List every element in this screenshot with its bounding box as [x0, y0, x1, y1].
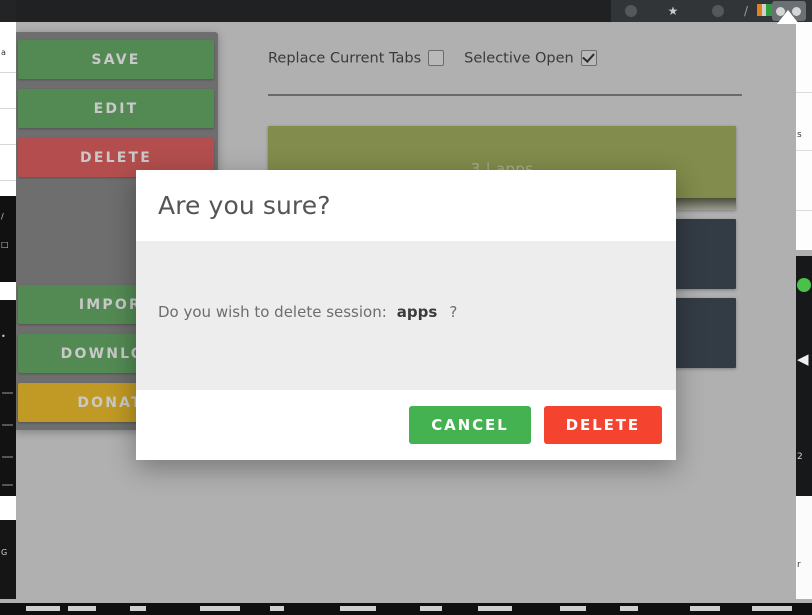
dropdown-caret-icon [777, 10, 799, 24]
taskbar-item[interactable] [68, 606, 96, 611]
left-strip-glyph: □ [1, 240, 9, 249]
browser-chrome-bar: ★ / [0, 0, 812, 24]
taskbar-item[interactable] [620, 606, 638, 611]
taskbar-item[interactable] [560, 606, 586, 611]
dialog-message: Do you wish to delete session: apps? [158, 303, 457, 321]
taskbar-item[interactable] [752, 606, 792, 611]
confirm-delete-dialog: Are you sure? Do you wish to delete sess… [136, 170, 676, 460]
taskbar-item[interactable] [478, 606, 512, 611]
divider [268, 94, 742, 96]
left-strip-dark-region-a [0, 196, 16, 282]
account-circle-icon[interactable] [712, 5, 724, 17]
taskbar-item[interactable] [340, 606, 376, 611]
dialog-message-prefix: Do you wish to delete session: [158, 303, 387, 321]
background-window-right-strip: s ◀ 2 r [796, 0, 812, 615]
background-window-left-strip: a / □ • G [0, 0, 16, 615]
slash-icon[interactable]: / [738, 3, 754, 19]
dialog-body: Do you wish to delete session: apps? [136, 241, 676, 390]
dialog-cancel-button[interactable]: CANCEL [409, 406, 531, 444]
dialog-message-suffix: ? [449, 303, 458, 321]
star-icon[interactable]: ★ [665, 3, 681, 19]
selective-open-label: Selective Open [464, 50, 574, 67]
left-strip-glyph: a [1, 48, 6, 57]
options-row: Replace Current Tabs Selective Open [268, 48, 597, 72]
status-dot-icon [797, 278, 811, 292]
browser-toolbar-left [16, 0, 611, 22]
chevron-left-icon: ◀ [797, 350, 809, 368]
dialog-delete-button[interactable]: DELETE [543, 406, 662, 444]
taskbar-item[interactable] [200, 606, 240, 611]
selective-open-checkbox[interactable] [580, 49, 597, 66]
dialog-title: Are you sure? [158, 191, 331, 220]
os-taskbar [0, 603, 812, 615]
left-strip-glyph: • [1, 332, 6, 341]
clock-icon[interactable] [625, 5, 637, 17]
taskbar-item[interactable] [270, 606, 284, 611]
left-strip-glyph: G [1, 548, 8, 557]
taskbar-item[interactable] [690, 606, 720, 611]
dialog-header: Are you sure? [136, 170, 676, 241]
screen: a / □ • G SAVE EDIT DELETE IMPORT DOWNLO… [0, 0, 812, 615]
taskbar-item[interactable] [26, 606, 60, 611]
taskbar-item[interactable] [420, 606, 442, 611]
dialog-session-name: apps [396, 303, 438, 321]
taskbar-item[interactable] [130, 606, 146, 611]
replace-current-tabs-checkbox[interactable] [428, 49, 445, 66]
edit-button[interactable]: EDIT [18, 89, 214, 128]
save-button[interactable]: SAVE [18, 40, 214, 79]
dialog-footer: CANCEL DELETE [136, 390, 676, 460]
left-strip-glyph: / [1, 212, 4, 221]
replace-current-tabs-label: Replace Current Tabs [268, 50, 422, 67]
left-strip-dark-region-b [0, 300, 16, 496]
